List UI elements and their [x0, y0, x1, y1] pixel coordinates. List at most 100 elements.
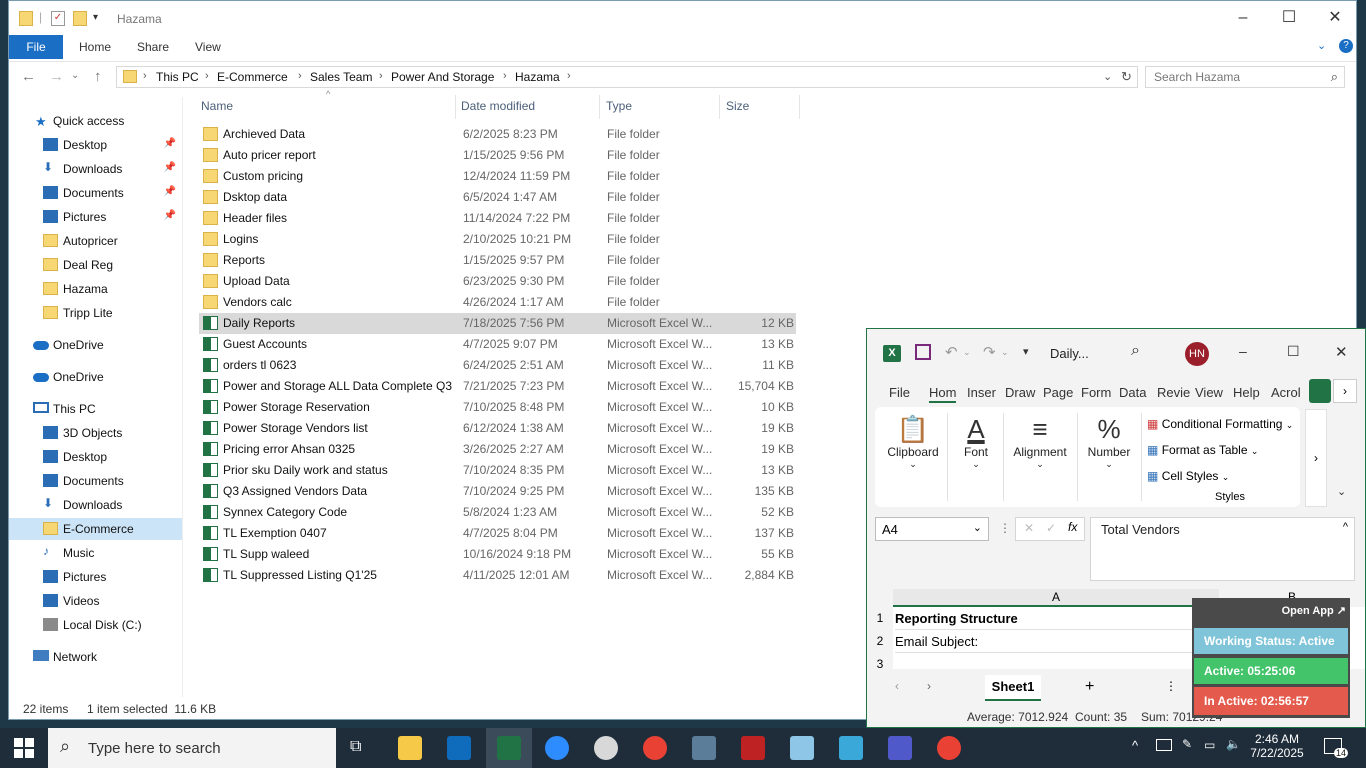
- windows-start-icon[interactable]: [14, 738, 34, 758]
- app-icon[interactable]: [594, 736, 618, 760]
- more-options-icon[interactable]: ⋮: [999, 521, 1011, 535]
- customize-toolbar-icon[interactable]: ▾: [1023, 345, 1029, 358]
- conditional-formatting-button[interactable]: ▦ Conditional Formatting ⌄: [1147, 417, 1293, 431]
- column-divider[interactable]: [599, 95, 600, 119]
- sidebar-item-downloads[interactable]: ⬇ Downloads 📌: [9, 158, 182, 180]
- breadcrumb-this-pc[interactable]: This PC: [156, 70, 199, 84]
- recent-locations-icon[interactable]: ⌄: [71, 70, 79, 81]
- cell-styles-button[interactable]: ▦ Cell Styles ⌄: [1147, 469, 1229, 483]
- file-row[interactable]: Upload Data 6/23/2025 9:30 PM File folder: [199, 271, 796, 292]
- file-row[interactable]: Custom pricing 12/4/2024 11:59 PM File fol…: [199, 166, 796, 187]
- tab-view[interactable]: View: [195, 35, 221, 59]
- back-arrow-icon[interactable]: ←: [21, 68, 36, 85]
- nav-quick-access[interactable]: ★ Quick access: [9, 110, 182, 132]
- calculator-icon[interactable]: [692, 736, 716, 760]
- file-row[interactable]: Synnex Category Code 5/8/2024 1:23 AM Micr…: [199, 502, 796, 523]
- breadcrumb-hazama[interactable]: Hazama: [515, 70, 560, 84]
- file-row[interactable]: TL Suppressed Listing Q1'25 4/11/2025 12:…: [199, 565, 796, 586]
- next-sheet-icon[interactable]: ›: [927, 679, 931, 693]
- column-divider[interactable]: [455, 95, 456, 119]
- column-type[interactable]: Type: [606, 99, 632, 113]
- quick-access-dropdown-icon[interactable]: ▾: [93, 12, 98, 23]
- row-header[interactable]: 3: [867, 653, 893, 676]
- excel-tab-form[interactable]: Form: [1081, 385, 1111, 400]
- share-button[interactable]: [1309, 379, 1331, 403]
- cell[interactable]: Reporting Structure: [895, 607, 1219, 630]
- help-icon[interactable]: ?: [1339, 39, 1353, 53]
- file-row[interactable]: Q3 Assigned Vendors Data 7/10/2024 9:25 P…: [199, 481, 796, 502]
- show-hidden-icons[interactable]: ^: [1132, 738, 1138, 753]
- cell[interactable]: [895, 653, 1219, 676]
- close-button[interactable]: ✕: [1335, 343, 1348, 361]
- previous-sheet-icon[interactable]: ‹: [895, 679, 899, 693]
- address-dropdown-icon[interactable]: ⌄: [1103, 70, 1112, 83]
- cancel-icon[interactable]: ✕: [1024, 521, 1034, 535]
- sidebar-item-hazama[interactable]: Hazama: [9, 278, 182, 300]
- row-header[interactable]: 1: [867, 607, 893, 630]
- sidebar-item-pc-e-commerce[interactable]: E-Commerce: [9, 518, 182, 540]
- excel-tab-acrol[interactable]: Acrol: [1271, 385, 1301, 400]
- collapse-formula-icon[interactable]: ^: [1343, 521, 1348, 533]
- add-sheet-icon[interactable]: +: [1085, 678, 1094, 696]
- app-icon[interactable]: [790, 736, 814, 760]
- tab-file[interactable]: File: [9, 35, 63, 59]
- file-row[interactable]: Power Storage Vendors list 6/12/2024 1:38…: [199, 418, 796, 439]
- excel-tab-help[interactable]: Help: [1233, 385, 1260, 400]
- file-row[interactable]: Auto pricer report 1/15/2025 9:56 PM File …: [199, 145, 796, 166]
- column-header-a[interactable]: A: [893, 589, 1219, 607]
- file-row[interactable]: Header files 11/14/2024 7:22 PM File folde…: [199, 208, 796, 229]
- maximize-button[interactable]: ☐: [1287, 343, 1300, 360]
- sidebar-item-pc-desktop[interactable]: Desktop: [9, 446, 182, 468]
- excel-tab-view[interactable]: View: [1195, 385, 1223, 400]
- redo-icon[interactable]: ↷: [983, 343, 996, 361]
- sidebar-item-pc-local-disk-c[interactable]: Local Disk (C:): [9, 614, 182, 636]
- open-app-link[interactable]: Open App ↗: [1282, 604, 1346, 617]
- format-as-table-button[interactable]: ▦ Format as Table ⌄: [1147, 443, 1258, 457]
- volume-icon[interactable]: 🔈: [1226, 737, 1241, 751]
- excel-tab-inser[interactable]: Inser: [967, 385, 996, 400]
- file-row[interactable]: Daily Reports 7/18/2025 7:56 PM Microsoft …: [199, 313, 796, 334]
- ribbon-scroll-right-icon[interactable]: ›: [1333, 379, 1357, 403]
- file-row[interactable]: Reports 1/15/2025 9:57 PM File folder: [199, 250, 796, 271]
- ribbon-collapse-icon[interactable]: ⌄: [1337, 485, 1346, 498]
- ribbon-more-icon[interactable]: ›: [1305, 409, 1327, 507]
- column-date-modified[interactable]: Date modified: [461, 99, 535, 113]
- task-view-icon[interactable]: ⧉: [350, 738, 361, 756]
- file-row[interactable]: TL Exemption 0407 4/7/2025 8:04 PM Microso…: [199, 523, 796, 544]
- clock[interactable]: 2:46 AM 7/22/2025: [1248, 732, 1306, 760]
- insert-function-icon[interactable]: fx: [1068, 520, 1077, 534]
- new-folder-icon[interactable]: [73, 11, 87, 26]
- pane-divider[interactable]: [182, 97, 183, 697]
- excel-taskbar-active[interactable]: [486, 728, 532, 768]
- pen-icon[interactable]: ✎: [1182, 737, 1192, 751]
- name-box[interactable]: A4 ⌄: [875, 517, 989, 541]
- undo-icon[interactable]: ↶: [945, 343, 958, 361]
- column-name[interactable]: Name: [201, 99, 233, 113]
- expand-ribbon-icon[interactable]: ⌄: [1317, 39, 1326, 52]
- sidebar-item-pictures[interactable]: Pictures 📌: [9, 206, 182, 228]
- sidebar-item-pc-downloads[interactable]: ⬇ Downloads: [9, 494, 182, 516]
- zoom-icon[interactable]: [545, 736, 569, 760]
- up-arrow-icon[interactable]: ↑: [94, 68, 102, 85]
- sidebar-item-pc-documents[interactable]: Documents: [9, 470, 182, 492]
- teams-icon[interactable]: [888, 736, 912, 760]
- file-row[interactable]: Vendors calc 4/26/2024 1:17 AM File folder: [199, 292, 796, 313]
- battery-icon[interactable]: [1156, 739, 1172, 751]
- file-row[interactable]: Pricing error Ahsan 0325 3/26/2025 2:27 A…: [199, 439, 796, 460]
- sidebar-item-pc-music[interactable]: ♪ Music: [9, 542, 182, 564]
- outlook-icon[interactable]: [447, 736, 471, 760]
- close-button[interactable]: ✕: [1312, 1, 1358, 35]
- cell[interactable]: Email Subject:: [895, 630, 1219, 653]
- more-options-icon[interactable]: ⋮: [1165, 679, 1177, 693]
- app-icon[interactable]: [839, 736, 863, 760]
- file-row[interactable]: orders tl 0623 6/24/2025 2:51 AM Microsoft…: [199, 355, 796, 376]
- chrome-icon[interactable]: [643, 736, 667, 760]
- select-all-corner[interactable]: [867, 589, 893, 607]
- excel-tab-data[interactable]: Data: [1119, 385, 1146, 400]
- excel-tab-revie[interactable]: Revie: [1157, 385, 1190, 400]
- column-size[interactable]: Size: [726, 99, 749, 113]
- excel-tab-file[interactable]: File: [889, 385, 910, 400]
- tab-home[interactable]: Home: [79, 35, 111, 59]
- sidebar-item-autopricer[interactable]: Autopricer: [9, 230, 182, 252]
- filezilla-icon[interactable]: [741, 736, 765, 760]
